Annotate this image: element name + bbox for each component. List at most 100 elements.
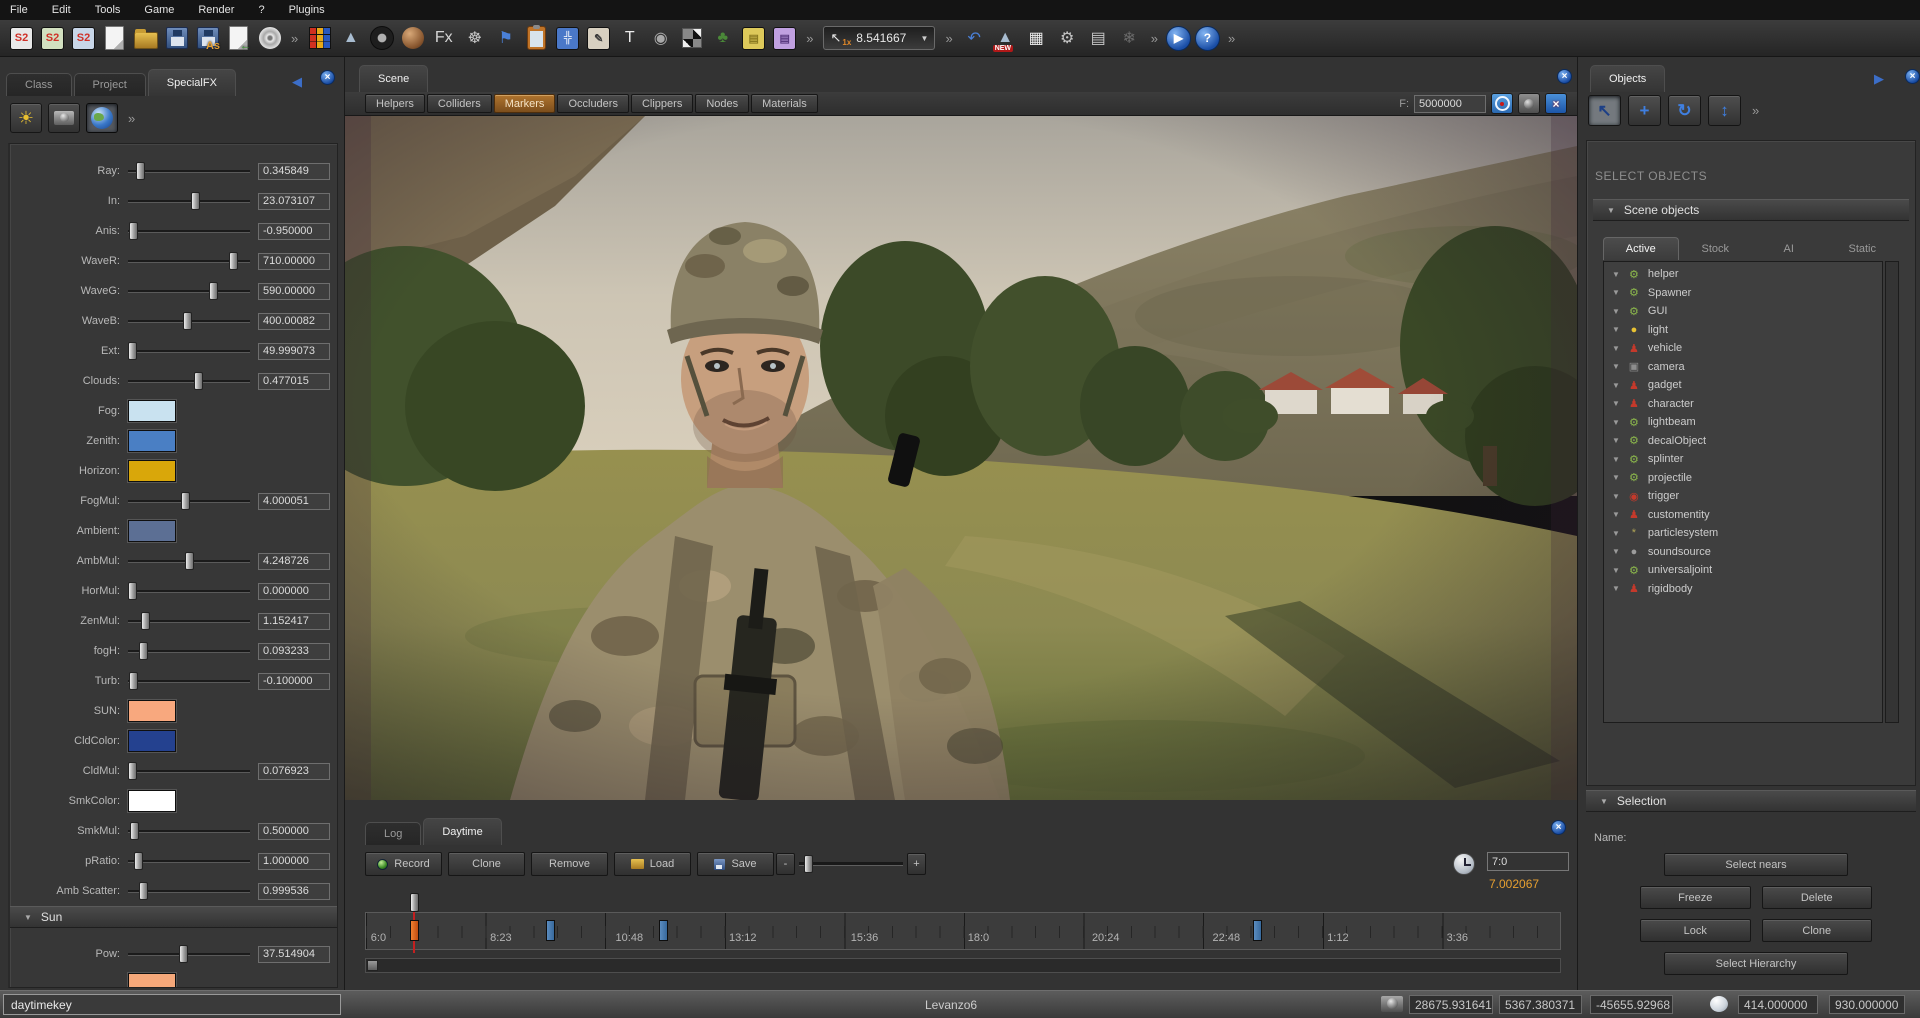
object-type-row-vehicle[interactable]: ▼♟vehicle: [1604, 339, 1882, 358]
toolbar-overflow-icon[interactable]: »: [128, 111, 135, 126]
slider-handle[interactable]: [129, 672, 138, 690]
load-button[interactable]: Load: [614, 852, 691, 876]
fx-param-value[interactable]: 4.000051: [258, 493, 330, 510]
toolbar-overflow-icon[interactable]: »: [291, 31, 298, 46]
object-type-row-rigidbody[interactable]: ▼♟rigidbody: [1604, 580, 1882, 599]
fx-param-slider[interactable]: [128, 160, 250, 182]
wheel-icon[interactable]: [368, 25, 395, 52]
fx-param-slider[interactable]: [128, 820, 250, 842]
expand-arrow-icon[interactable]: ▼: [1612, 288, 1620, 297]
fx-param-slider[interactable]: [128, 310, 250, 332]
save-as-icon[interactable]: As: [194, 25, 221, 52]
menu-edit[interactable]: Edit: [52, 4, 71, 16]
detach-scene-icon[interactable]: ×: [1557, 69, 1572, 84]
tab-specialfx[interactable]: SpecialFX: [148, 69, 236, 96]
timeline-zoom-in-button[interactable]: +: [907, 853, 926, 875]
detach-left-icon[interactable]: ×: [320, 70, 335, 85]
open-folder-icon[interactable]: [132, 25, 159, 52]
object-type-row-particlesystem[interactable]: ▼*particlesystem: [1604, 524, 1882, 543]
slider-handle[interactable]: [179, 945, 188, 963]
object-type-row-trigger[interactable]: ▼◉trigger: [1604, 487, 1882, 506]
clipboard-icon[interactable]: [523, 25, 550, 52]
fx-param-value[interactable]: 23.073107: [258, 193, 330, 210]
snowflake-icon[interactable]: ❄: [1116, 25, 1143, 52]
slider-handle[interactable]: [194, 372, 203, 390]
expand-arrow-icon[interactable]: ▼: [1612, 399, 1620, 408]
note-yellow-icon[interactable]: ▤: [740, 25, 767, 52]
fx-param-value[interactable]: 1.000000: [258, 853, 330, 870]
fx-param-color-swatch[interactable]: [128, 700, 176, 722]
menu-file[interactable]: File: [10, 4, 28, 16]
filter-helpers-button[interactable]: Helpers: [365, 94, 425, 113]
fx-param-slider[interactable]: [128, 880, 250, 902]
fx-param-value[interactable]: 4.248726: [258, 553, 330, 570]
expand-arrow-icon[interactable]: ▼: [1612, 547, 1620, 556]
object-type-row-gadget[interactable]: ▼♟gadget: [1604, 376, 1882, 395]
expand-arrow-icon[interactable]: ▼: [1612, 325, 1620, 334]
hierarchy-icon[interactable]: ╬: [554, 25, 581, 52]
menu-render[interactable]: Render: [198, 4, 234, 16]
slider-handle[interactable]: [130, 822, 139, 840]
terrain-new-icon[interactable]: ▲NEW: [992, 25, 1019, 52]
object-type-row-light[interactable]: ▼●light: [1604, 321, 1882, 340]
scene-objects-header[interactable]: ▼ Scene objects: [1593, 199, 1909, 221]
daytime-key-marker-blue[interactable]: [659, 920, 668, 941]
expand-arrow-icon[interactable]: ▼: [1612, 455, 1620, 464]
filter-materials-button[interactable]: Materials: [751, 94, 818, 113]
expand-arrow-icon[interactable]: ▼: [1612, 584, 1620, 593]
fx-param-value[interactable]: 0.076923: [258, 763, 330, 780]
scale-icon[interactable]: ↕: [1708, 95, 1741, 126]
collapse-left-icon[interactable]: ◀: [292, 74, 302, 90]
slider-handle[interactable]: [134, 852, 143, 870]
select-hierarchy-button[interactable]: Select Hierarchy: [1664, 952, 1848, 975]
objects-tab-active[interactable]: Active: [1603, 237, 1679, 260]
snapshot-camera-icon[interactable]: [1518, 93, 1540, 114]
objects-tab-ai[interactable]: AI: [1752, 238, 1826, 260]
tab-scene[interactable]: Scene: [359, 65, 428, 92]
time-input[interactable]: 7:0: [1487, 852, 1569, 871]
expand-arrow-icon[interactable]: ▼: [1612, 270, 1620, 279]
daytime-key-marker-blue[interactable]: [1253, 920, 1262, 941]
select-arrow-icon[interactable]: ↖: [1588, 95, 1621, 126]
object-type-row-camera[interactable]: ▼▣camera: [1604, 358, 1882, 377]
fx-param-value[interactable]: 49.999073: [258, 343, 330, 360]
viewport-3d-scene[interactable]: [345, 116, 1577, 800]
slider-handle[interactable]: [129, 222, 138, 240]
expand-right-icon[interactable]: ▶: [1874, 71, 1884, 87]
tab-daytime[interactable]: Daytime: [423, 818, 501, 845]
undo-icon[interactable]: ↶: [961, 25, 988, 52]
tab-class[interactable]: Class: [6, 73, 72, 96]
slider-handle[interactable]: [128, 342, 137, 360]
slider-handle[interactable]: [183, 312, 192, 330]
cube-icon[interactable]: [306, 25, 333, 52]
sun-param-slider[interactable]: [128, 943, 250, 965]
expand-arrow-icon[interactable]: ▼: [1612, 510, 1620, 519]
slider-handle[interactable]: [128, 762, 137, 780]
menu-plugins[interactable]: Plugins: [289, 4, 325, 16]
filter-markers-button[interactable]: Markers: [494, 94, 556, 113]
detach-daytime-icon[interactable]: ×: [1551, 820, 1566, 835]
slider-handle[interactable]: [185, 552, 194, 570]
menu-game[interactable]: Game: [144, 4, 174, 16]
object-type-row-decalobject[interactable]: ▼⚙decalObject: [1604, 432, 1882, 451]
toolbar-overflow-icon[interactable]: »: [1752, 103, 1759, 118]
s2-file-icon[interactable]: S2: [8, 25, 35, 52]
sun-param-color-swatch[interactable]: [128, 973, 176, 988]
object-type-row-universaljoint[interactable]: ▼⚙universaljoint: [1604, 561, 1882, 580]
fx-param-slider[interactable]: [128, 220, 250, 242]
slider-handle[interactable]: [229, 252, 238, 270]
sun-param-value[interactable]: 37.514904: [258, 946, 330, 963]
fx-param-color-swatch[interactable]: [128, 400, 176, 422]
fx-param-value[interactable]: 0.477015: [258, 373, 330, 390]
fx-param-slider[interactable]: [128, 550, 250, 572]
mask-icon[interactable]: [678, 25, 705, 52]
playback-speed-select[interactable]: ↖1x8.541667▼: [823, 26, 935, 50]
tab-objects[interactable]: Objects: [1590, 65, 1665, 92]
fx-param-slider[interactable]: [128, 760, 250, 782]
import-file-icon[interactable]: ←: [225, 25, 252, 52]
fx-param-value[interactable]: 0.000000: [258, 583, 330, 600]
expand-arrow-icon[interactable]: ▼: [1612, 473, 1620, 482]
fx-param-slider[interactable]: [128, 640, 250, 662]
fx-param-color-swatch[interactable]: [128, 520, 176, 542]
delete-button[interactable]: Delete: [1762, 886, 1873, 909]
